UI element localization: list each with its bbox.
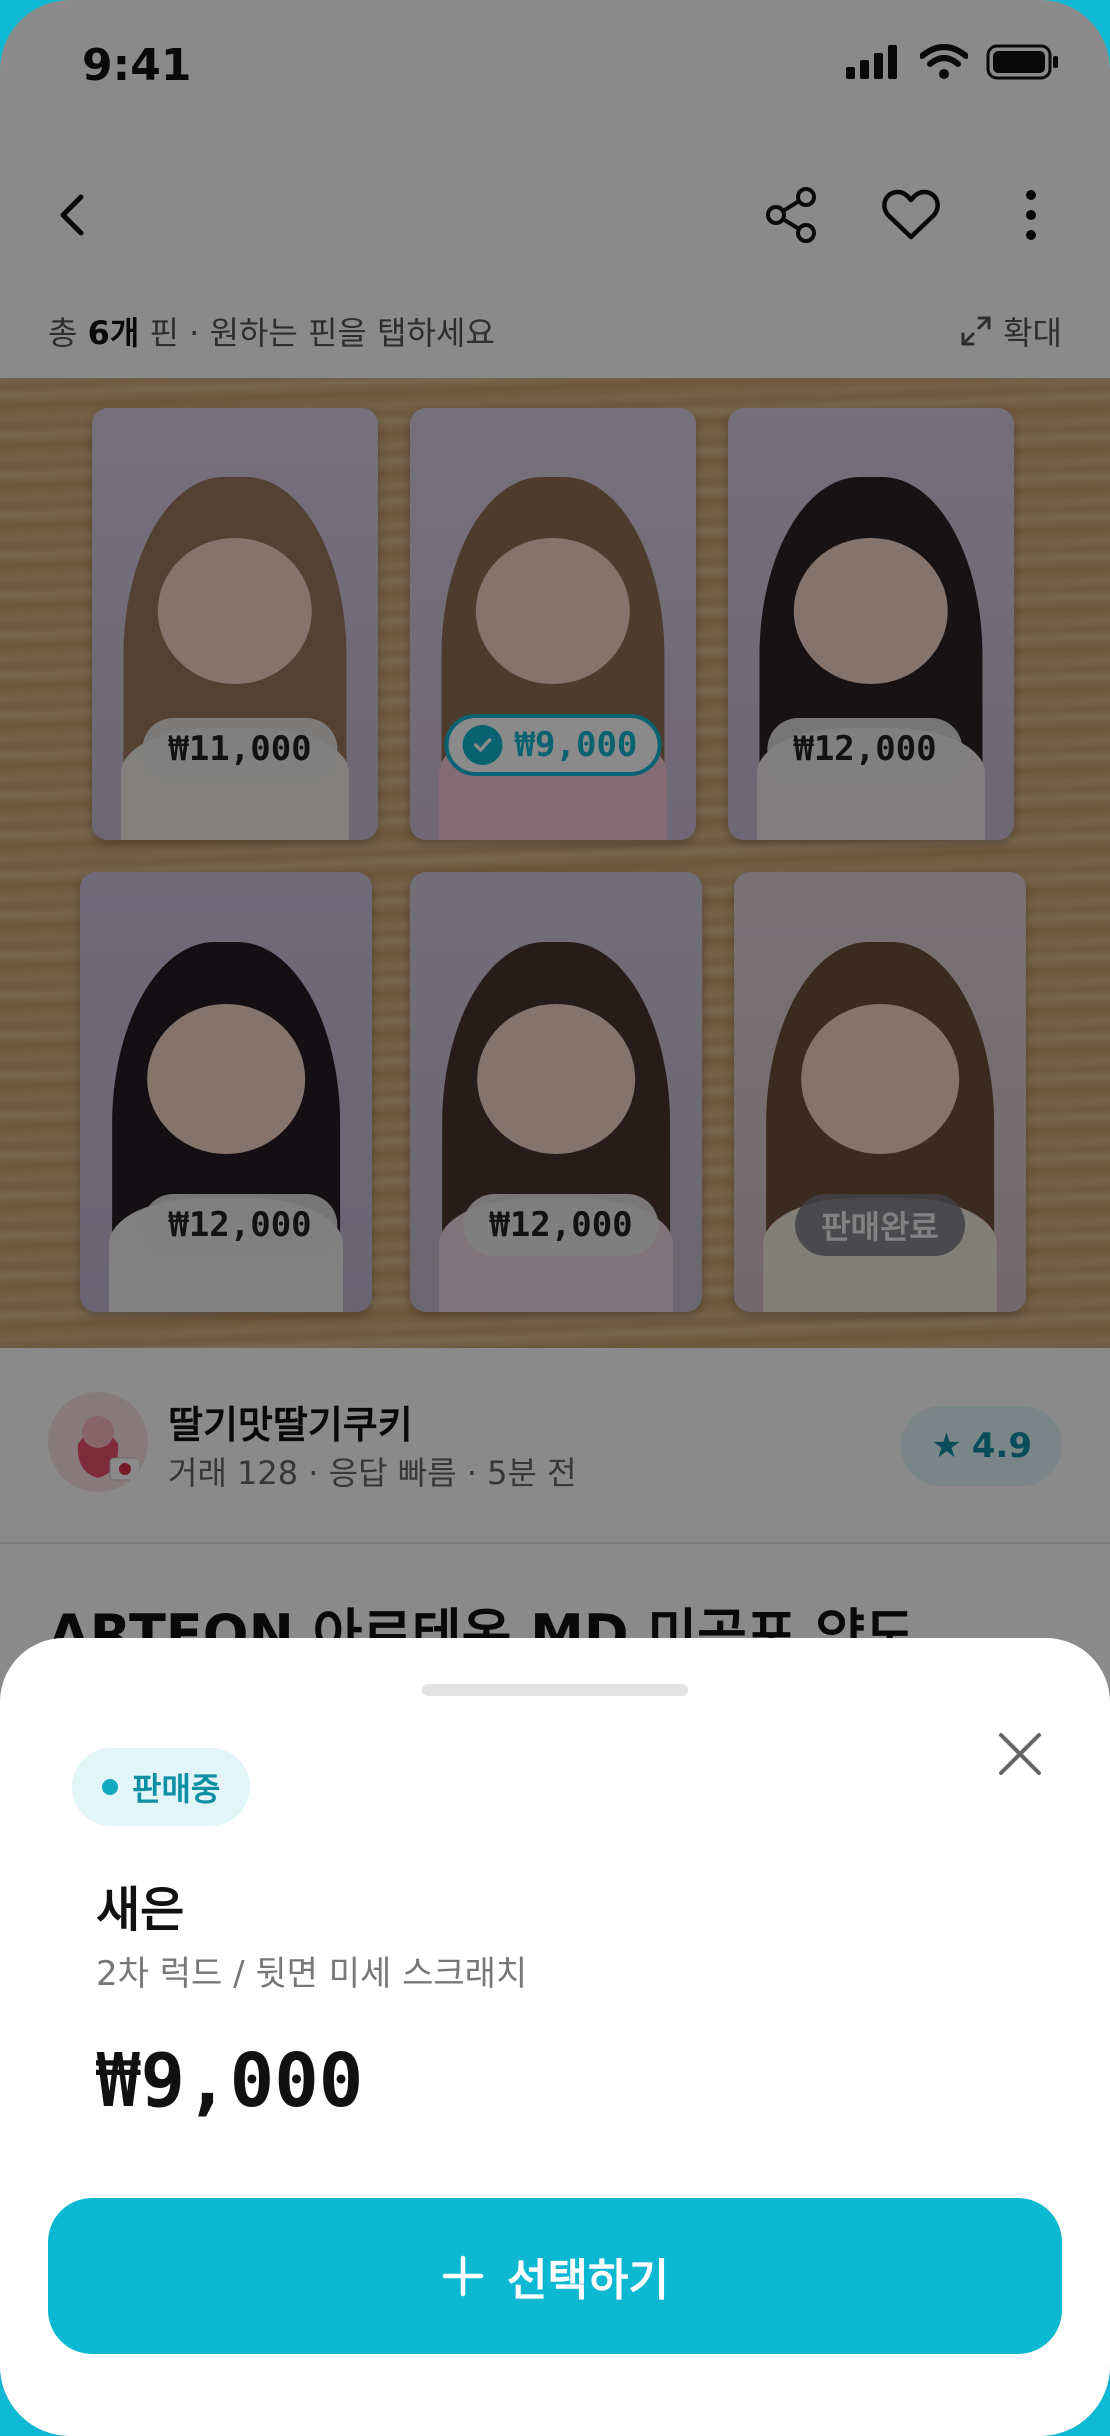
select-button-label: 선택하기 — [507, 2255, 669, 2306]
condition-title: 새은 — [96, 1882, 185, 1938]
plus-icon — [442, 2255, 484, 2297]
sheet-handle[interactable] — [422, 1684, 688, 1696]
sale-status-chip: 판매중 — [72, 1748, 251, 1826]
select-button[interactable]: 선택하기 — [48, 2198, 1062, 2354]
selected-price: ₩9,000 — [96, 2038, 364, 2124]
close-button[interactable] — [978, 1712, 1062, 1796]
sale-status-label: 판매중 — [132, 1770, 221, 1808]
bottom-sheet: 판매중 새은 2차 럭드 / 뒷면 미세 스크래치 ₩9,000 선택하기 — [0, 1638, 1110, 2436]
close-icon — [999, 1733, 1041, 1775]
condition-detail: 2차 럭드 / 뒷면 미세 스크래치 — [96, 1954, 528, 1994]
screen: 9:41 총 6개 핀 · 원하는 핀을 탭하세요 확대 ₩11,000 ₩9,… — [0, 0, 1110, 2436]
status-dot-icon — [102, 1779, 118, 1795]
